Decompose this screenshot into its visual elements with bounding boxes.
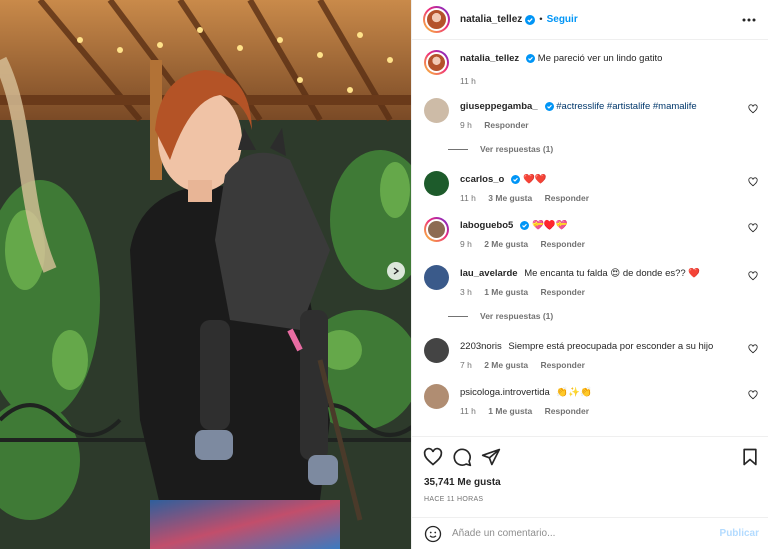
comment-row: psicologa.introvertida 👏✨👏 11 h 1 Me gus… — [424, 384, 758, 416]
verified-badge-icon — [544, 102, 554, 111]
like-comment-heart-icon[interactable] — [748, 344, 758, 354]
post-date: HACE 11 HORAS — [424, 496, 484, 503]
comment-text: 👏✨👏 — [556, 387, 592, 398]
commenter-avatar[interactable] — [424, 171, 449, 196]
comment-time: 11 h — [460, 406, 476, 416]
emoji-smiley-icon[interactable] — [424, 525, 442, 543]
caption-text: Me pareció ver un lindo gatito — [537, 53, 663, 64]
caption-username[interactable]: natalia_tellez — [460, 53, 519, 64]
post-like-count[interactable]: 35,741 Me gusta — [424, 477, 501, 488]
commenter-avatar[interactable] — [424, 217, 449, 242]
comment-input[interactable] — [452, 528, 702, 539]
comment-likes[interactable]: 1 Me gusta — [484, 287, 528, 297]
comment-time: 7 h — [460, 360, 472, 370]
reply-button[interactable]: Responder — [541, 239, 585, 249]
comment-row: lau_avelarde Me encanta tu falda 😍 de do… — [424, 265, 758, 297]
post-header: natalia_tellez • Seguir — [412, 0, 768, 40]
like-comment-heart-icon[interactable] — [748, 177, 758, 187]
share-send-icon[interactable] — [481, 447, 501, 467]
commenter-avatar[interactable] — [424, 384, 449, 409]
commenter-username[interactable]: ccarlos_o — [460, 174, 504, 185]
separator-dot: • — [539, 14, 543, 25]
commenter-username[interactable]: psicologa.introvertida — [460, 387, 550, 398]
reply-button[interactable]: Responder — [545, 193, 589, 203]
publish-button[interactable]: Publicar — [720, 528, 759, 539]
post-side-panel: natalia_tellez • Seguir natalia_tellez M… — [411, 0, 768, 549]
comment-time: 9 h — [460, 120, 472, 130]
comment-likes[interactable]: 1 Me gusta — [488, 406, 532, 416]
commenter-username[interactable]: giuseppegamba_ — [460, 101, 538, 112]
author-username[interactable]: natalia_tellez — [460, 14, 522, 25]
verified-badge-icon — [526, 54, 536, 63]
comment-text: 💝♥️💝 — [531, 220, 568, 231]
post-caption: natalia_tellez Me pareció ver un lindo g… — [424, 50, 758, 90]
comment-likes[interactable]: 3 Me gusta — [488, 193, 532, 203]
view-replies-button[interactable]: Ver respuestas (1) — [448, 144, 553, 154]
commenter-avatar[interactable] — [424, 338, 449, 363]
author-avatar-small[interactable] — [424, 50, 449, 75]
post-actions: 35,741 Me gusta HACE 11 HORAS — [412, 436, 768, 516]
comment-likes[interactable]: 2 Me gusta — [484, 239, 528, 249]
post-photo[interactable] — [0, 0, 411, 549]
comment-text: Siempre está preocupada por esconder a s… — [508, 341, 714, 352]
comment-text[interactable]: #actresslife #artistalife #mamalife — [556, 101, 696, 112]
more-horizontal-icon — [742, 18, 756, 22]
next-photo-button[interactable] — [387, 262, 405, 280]
comment-row: 2203noris Siempre está preocupada por es… — [424, 338, 758, 370]
more-options-button[interactable] — [741, 12, 757, 28]
like-comment-heart-icon[interactable] — [748, 390, 758, 400]
verified-badge-icon — [520, 221, 530, 230]
caption-time: 11 h — [460, 76, 476, 86]
commenter-username[interactable]: 2203noris — [460, 341, 502, 352]
like-comment-heart-icon[interactable] — [748, 104, 758, 114]
commenter-username[interactable]: laboguebo5 — [460, 220, 513, 231]
chevron-right-icon — [393, 267, 400, 275]
comment-bubble-icon[interactable] — [452, 447, 472, 467]
reply-button[interactable]: Responder — [484, 120, 528, 130]
photo-illustration — [0, 0, 411, 549]
commenter-username[interactable]: lau_avelarde — [460, 268, 518, 279]
comment-row: laboguebo5 💝♥️💝 9 h 2 Me gusta Responder — [424, 217, 758, 249]
commenter-avatar[interactable] — [424, 265, 449, 290]
verified-badge-icon — [525, 14, 536, 25]
reply-button[interactable]: Responder — [541, 287, 585, 297]
save-bookmark-icon[interactable] — [740, 447, 760, 467]
comment-time: 3 h — [460, 287, 472, 297]
comment-time: 11 h — [460, 193, 476, 203]
like-comment-heart-icon[interactable] — [748, 271, 758, 281]
add-comment-bar: Publicar — [412, 517, 768, 549]
like-heart-icon[interactable] — [423, 447, 443, 467]
comment-likes[interactable]: 2 Me gusta — [484, 360, 528, 370]
author-avatar[interactable] — [423, 6, 450, 33]
comment-row: giuseppegamba_ #actresslife #artistalife… — [424, 98, 758, 130]
follow-button[interactable]: Seguir — [547, 14, 578, 25]
comment-text: Me encanta tu falda 😍 de donde es?? ❤️ — [524, 268, 701, 279]
comment-text: ❤️❤️ — [523, 174, 547, 185]
comment-row: ccarlos_o ❤️❤️ 11 h 3 Me gusta Responder — [424, 171, 758, 203]
view-replies-button[interactable]: Ver respuestas (1) — [448, 311, 553, 321]
comment-time: 9 h — [460, 239, 472, 249]
commenter-avatar[interactable] — [424, 98, 449, 123]
reply-button[interactable]: Responder — [545, 406, 589, 416]
reply-button[interactable]: Responder — [541, 360, 585, 370]
comments-list: natalia_tellez Me pareció ver un lindo g… — [412, 41, 768, 436]
verified-badge-icon — [511, 175, 521, 184]
like-comment-heart-icon[interactable] — [748, 223, 758, 233]
